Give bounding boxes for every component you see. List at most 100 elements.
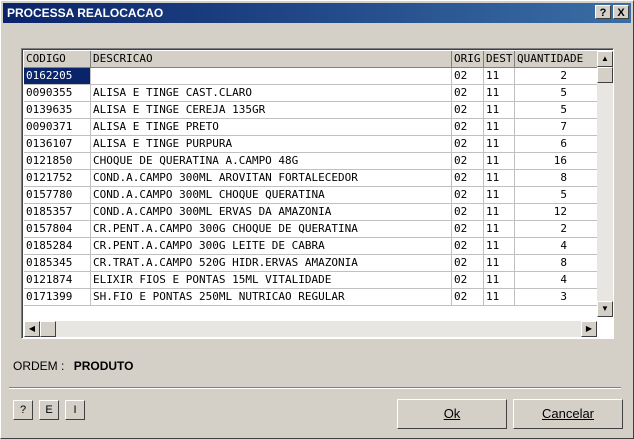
cell-orig[interactable]: 02 [452, 153, 484, 170]
cell-codigo[interactable]: 0121752 [24, 170, 91, 187]
cell-codigo[interactable]: 0157804 [24, 221, 91, 238]
table-row[interactable]: 0185357 COND.A.CAMPO 300ML ERVAS DA AMAZO… [24, 204, 598, 221]
cell-orig[interactable]: 02 [452, 272, 484, 289]
cell-dest[interactable]: 11 [484, 68, 515, 85]
column-header-codigo[interactable]: CODIGO [24, 51, 91, 68]
cell-descricao[interactable]: ALISA E TINGE CEREJA 135GR [91, 102, 452, 119]
cell-dest[interactable]: 11 [484, 187, 515, 204]
cell-quantidade[interactable]: 2 [515, 221, 598, 238]
cell-orig[interactable]: 02 [452, 255, 484, 272]
cell-descricao[interactable]: SH.FIO E PONTAS 250ML NUTRICAO REGULAR [91, 289, 452, 306]
cell-quantidade[interactable]: 8 [515, 255, 598, 272]
column-header-descricao[interactable]: DESCRICAO [91, 51, 452, 68]
table-row[interactable]: 0171399 SH.FIO E PONTAS 250ML NUTRICAO RE… [24, 289, 598, 306]
cell-orig[interactable]: 02 [452, 221, 484, 238]
cell-codigo[interactable]: 0185345 [24, 255, 91, 272]
cell-codigo[interactable]: 0121874 [24, 272, 91, 289]
cell-quantidade[interactable]: 16 [515, 153, 598, 170]
table-row[interactable]: 0139635 ALISA E TINGE CEREJA 135GR 02 11 5 [24, 102, 598, 119]
cell-quantidade[interactable]: 5 [515, 85, 598, 102]
cell-descricao[interactable]: ELIXIR FIOS E PONTAS 15ML VITALIDADE [91, 272, 452, 289]
column-header-quantidade[interactable]: QUANTIDADE [515, 51, 598, 68]
help-button[interactable]: ? [13, 400, 33, 420]
table-row[interactable]: 0121850 CHOQUE DE QUERATINA A.CAMPO 48G 02… [24, 153, 598, 170]
e-button[interactable]: E [39, 400, 59, 420]
column-header-dest[interactable]: DEST [484, 51, 515, 68]
vertical-scrollbar[interactable]: ▲ ▼ [597, 51, 613, 317]
cell-dest[interactable]: 11 [484, 221, 515, 238]
cell-codigo[interactable]: 0090355 [24, 85, 91, 102]
cell-dest[interactable]: 11 [484, 272, 515, 289]
cell-codigo[interactable]: 0090371 [24, 119, 91, 136]
cell-orig[interactable]: 02 [452, 119, 484, 136]
cell-quantidade[interactable]: 5 [515, 187, 598, 204]
scroll-left-icon[interactable]: ◀ [24, 321, 40, 337]
close-button[interactable]: X [613, 5, 629, 19]
cell-orig[interactable]: 02 [452, 136, 484, 153]
cell-dest[interactable]: 11 [484, 136, 515, 153]
i-button[interactable]: I [65, 400, 85, 420]
cell-orig[interactable]: 02 [452, 102, 484, 119]
column-header-orig[interactable]: ORIG [452, 51, 484, 68]
table-row[interactable]: 0162205 02 11 2 [24, 68, 598, 85]
cell-orig[interactable]: 02 [452, 68, 484, 85]
table-row[interactable]: 0121752 COND.A.CAMPO 300ML AROVITAN FORTA… [24, 170, 598, 187]
cell-dest[interactable]: 11 [484, 238, 515, 255]
cell-quantidade[interactable]: 2 [515, 68, 598, 85]
cell-codigo[interactable]: 0185357 [24, 204, 91, 221]
cell-dest[interactable]: 11 [484, 119, 515, 136]
ok-button[interactable]: Ok [397, 399, 507, 429]
cell-quantidade[interactable]: 3 [515, 289, 598, 306]
cell-descricao[interactable]: COND.A.CAMPO 300ML CHOQUE QUERATINA [91, 187, 452, 204]
cell-quantidade[interactable]: 4 [515, 238, 598, 255]
cell-orig[interactable]: 02 [452, 204, 484, 221]
cell-descricao[interactable]: CR.TRAT.A.CAMPO 520G HIDR.ERVAS AMAZONIA [91, 255, 452, 272]
cell-codigo[interactable]: 0139635 [24, 102, 91, 119]
horizontal-scrollbar[interactable]: ◀ ▶ [24, 321, 597, 337]
cell-codigo[interactable]: 0157780 [24, 187, 91, 204]
help-title-button[interactable]: ? [595, 5, 611, 19]
cell-codigo[interactable]: 0136107 [24, 136, 91, 153]
table-row[interactable]: 0090371 ALISA E TINGE PRETO 02 11 7 [24, 119, 598, 136]
cell-dest[interactable]: 11 [484, 153, 515, 170]
table-row[interactable]: 0121874 ELIXIR FIOS E PONTAS 15ML VITALID… [24, 272, 598, 289]
cell-descricao[interactable] [91, 68, 452, 85]
cell-orig[interactable]: 02 [452, 85, 484, 102]
scroll-down-icon[interactable]: ▼ [597, 301, 613, 317]
cell-descricao[interactable]: CHOQUE DE QUERATINA A.CAMPO 48G [91, 153, 452, 170]
cell-quantidade[interactable]: 8 [515, 170, 598, 187]
cell-codigo[interactable]: 0121850 [24, 153, 91, 170]
cell-orig[interactable]: 02 [452, 289, 484, 306]
cell-dest[interactable]: 11 [484, 170, 515, 187]
table-row[interactable]: 0090355 ALISA E TINGE CAST.CLARO 02 11 5 [24, 85, 598, 102]
scroll-up-icon[interactable]: ▲ [597, 51, 613, 67]
cell-descricao[interactable]: ALISA E TINGE PRETO [91, 119, 452, 136]
scroll-right-icon[interactable]: ▶ [581, 321, 597, 337]
table-row[interactable]: 0185284 CR.PENT.A.CAMPO 300G LEITE DE CAB… [24, 238, 598, 255]
cell-orig[interactable]: 02 [452, 238, 484, 255]
cell-dest[interactable]: 11 [484, 204, 515, 221]
cell-dest[interactable]: 11 [484, 255, 515, 272]
cell-quantidade[interactable]: 6 [515, 136, 598, 153]
cell-quantidade[interactable]: 5 [515, 102, 598, 119]
cell-descricao[interactable]: CR.PENT.A.CAMPO 300G CHOQUE DE QUERATINA [91, 221, 452, 238]
cell-codigo[interactable]: 0185284 [24, 238, 91, 255]
cell-orig[interactable]: 02 [452, 187, 484, 204]
table-row[interactable]: 0157804 CR.PENT.A.CAMPO 300G CHOQUE DE QU… [24, 221, 598, 238]
vertical-scroll-thumb[interactable] [597, 67, 613, 83]
cell-descricao[interactable]: CR.PENT.A.CAMPO 300G LEITE DE CABRA [91, 238, 452, 255]
horizontal-scroll-thumb[interactable] [40, 321, 56, 337]
table-row[interactable]: 0136107 ALISA E TINGE PURPURA 02 11 6 [24, 136, 598, 153]
data-grid[interactable]: CODIGO DESCRICAO ORIG DEST QUANTIDADE 01… [21, 48, 614, 339]
cell-codigo[interactable]: 0162205 [24, 68, 91, 85]
cancel-button[interactable]: Cancelar [513, 399, 623, 429]
cell-quantidade[interactable]: 7 [515, 119, 598, 136]
cell-dest[interactable]: 11 [484, 289, 515, 306]
table-row[interactable]: 0157780 COND.A.CAMPO 300ML CHOQUE QUERATI… [24, 187, 598, 204]
cell-dest[interactable]: 11 [484, 102, 515, 119]
table-row[interactable]: 0185345 CR.TRAT.A.CAMPO 520G HIDR.ERVAS A… [24, 255, 598, 272]
cell-descricao[interactable]: COND.A.CAMPO 300ML ERVAS DA AMAZONIA [91, 204, 452, 221]
cell-codigo[interactable]: 0171399 [24, 289, 91, 306]
cell-quantidade[interactable]: 4 [515, 272, 598, 289]
cell-dest[interactable]: 11 [484, 85, 515, 102]
